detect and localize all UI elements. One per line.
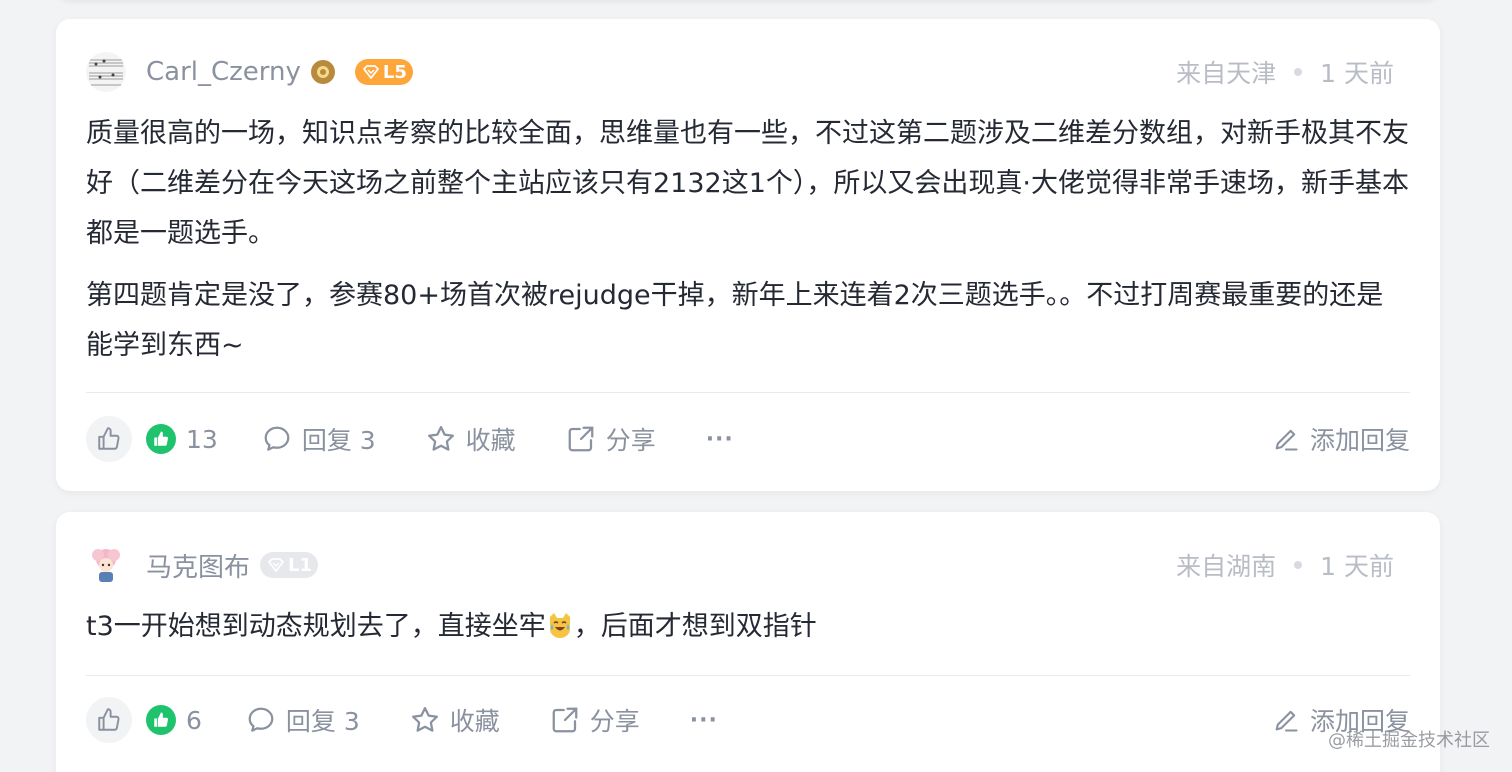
collect-label: 收藏: [449, 707, 500, 736]
more-button[interactable]: ···: [690, 708, 718, 733]
comment-meta: 来自湖南 1 天前: [1176, 547, 1410, 583]
divider: [86, 392, 1410, 393]
username[interactable]: Carl_Czerny: [146, 57, 301, 87]
thumbs-up-icon: [98, 427, 120, 450]
diamond-icon: [363, 65, 379, 79]
more-button[interactable]: ···: [706, 427, 734, 452]
pencil-icon: [1275, 710, 1298, 732]
liked-icon: [146, 705, 176, 735]
username[interactable]: 马克图布: [146, 547, 250, 584]
location: 来自天津: [1176, 59, 1277, 88]
collect-button[interactable]: 收藏: [426, 421, 516, 457]
comment-card: Carl_Czerny L5 来自天津 1 天前 质量很高的一场，知识点考察的比…: [56, 19, 1440, 491]
collect-label: 收藏: [465, 426, 516, 455]
comment-content: 质量很高的一场，知识点考察的比较全面，思维量也有一些，不过这第二题涉及二维差分数…: [86, 109, 1410, 371]
action-bar: 13 回复 3 收藏 分享 ··· 添加回复: [86, 415, 1410, 463]
like-button[interactable]: [86, 416, 132, 462]
action-bar: 6 回复 3 收藏 分享 ··· 添加回复: [86, 696, 1410, 744]
add-reply-button[interactable]: 添加回复: [1272, 421, 1410, 457]
level-label: L5: [382, 61, 407, 83]
share-button[interactable]: 分享: [566, 421, 656, 457]
like-count-value: 6: [186, 705, 202, 735]
comment-paragraph: t3一开始想到动态规划去了，直接坐牢 ，后面才想到双指针: [86, 602, 1410, 652]
thumbs-up-icon: [98, 708, 120, 731]
pencil-icon: [1275, 429, 1298, 451]
avatar[interactable]: [86, 52, 126, 92]
liked-icon: [146, 424, 176, 454]
comment-card: 马克图布 L1 来自湖南 1 天前 t3一开始想到动态规划去了，直接坐牢 ，后面…: [56, 512, 1440, 772]
location: 来自湖南: [1176, 552, 1277, 581]
comment-paragraph: 质量很高的一场，知识点考察的比较全面，思维量也有一些，不过这第二题涉及二维差分数…: [86, 118, 1409, 249]
medal-icon: [310, 60, 335, 84]
share-icon: [568, 426, 594, 452]
like-count-value: 13: [186, 424, 218, 454]
level-badge: L5: [354, 59, 413, 85]
comment-header: Carl_Czerny L5 来自天津 1 天前: [86, 49, 1410, 95]
comment-text: ，后面才想到双指针: [573, 611, 817, 642]
share-icon: [552, 707, 578, 733]
level-label: L1: [288, 554, 313, 576]
star-icon: [411, 707, 438, 732]
comment-icon: [264, 426, 290, 451]
reply-label: 回复 3: [285, 707, 360, 736]
comment-icon: [248, 707, 274, 732]
comment-meta: 来自天津 1 天前: [1176, 54, 1410, 90]
share-label: 分享: [589, 707, 640, 736]
like-count[interactable]: 13: [146, 424, 218, 454]
avatar[interactable]: [86, 545, 126, 585]
reply-label: 回复 3: [301, 426, 376, 455]
comment-text: t3一开始想到动态规划去了，直接坐牢: [86, 611, 546, 642]
share-label: 分享: [605, 426, 656, 455]
timestamp: 1 天前: [1320, 552, 1394, 581]
reply-button[interactable]: 回复 3: [262, 421, 376, 457]
comment-content: t3一开始想到动态规划去了，直接坐牢 ，后面才想到双指针: [86, 602, 1410, 652]
like-count[interactable]: 6: [146, 705, 202, 735]
collect-button[interactable]: 收藏: [410, 702, 500, 738]
comment-paragraph: 第四题肯定是没了，参赛80+场首次被rejudge干掉，新年上来连着2次三题选手…: [86, 280, 1384, 361]
dot-separator: [1294, 561, 1303, 569]
add-reply-label: 添加回复: [1309, 426, 1410, 455]
like-button[interactable]: [86, 697, 132, 743]
timestamp: 1 天前: [1320, 59, 1394, 88]
dot-separator: [1294, 68, 1303, 76]
comment-list-page: Carl_Czerny L5 来自天津 1 天前 质量很高的一场，知识点考察的比…: [0, 0, 1512, 772]
share-button[interactable]: 分享: [550, 702, 640, 738]
star-icon: [427, 426, 454, 451]
divider: [86, 675, 1410, 676]
diamond-icon: [268, 558, 284, 572]
level-badge: L1: [260, 552, 319, 578]
comment-header: 马克图布 L1 来自湖南 1 天前: [86, 542, 1410, 588]
reply-button[interactable]: 回复 3: [246, 702, 360, 738]
watermark: @稀土掘金技术社区: [1328, 730, 1490, 751]
tears-of-joy-cat-icon: [549, 613, 570, 638]
